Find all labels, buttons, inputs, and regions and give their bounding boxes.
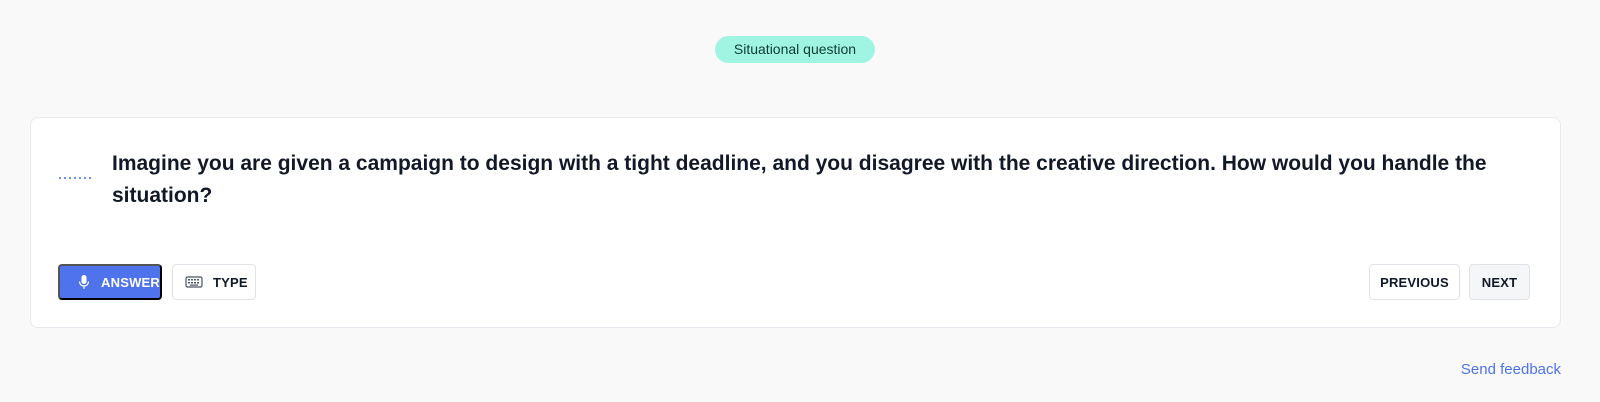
- type-button-label: TYPE: [213, 274, 248, 290]
- dot: [89, 177, 91, 179]
- dot: [74, 177, 76, 179]
- previous-button[interactable]: PREVIOUS: [1369, 264, 1460, 300]
- dot: [69, 177, 71, 179]
- answer-button-label: ANSWER: [101, 274, 160, 290]
- question-type-badge: Situational question: [715, 36, 875, 63]
- type-button[interactable]: TYPE: [172, 264, 256, 300]
- answer-button[interactable]: ANSWER: [58, 264, 162, 300]
- page: Situational question Imagine you are giv…: [0, 0, 1600, 402]
- question-text: Imagine you are given a campaign to desi…: [112, 152, 1487, 207]
- question-card: Imagine you are given a campaign to desi…: [30, 117, 1561, 328]
- microphone-icon: [76, 274, 92, 290]
- dot: [64, 177, 66, 179]
- send-feedback-link[interactable]: Send feedback: [1461, 361, 1561, 378]
- dot: [79, 177, 81, 179]
- keyboard-icon: [184, 274, 204, 290]
- dotted-line-icon: [59, 177, 91, 179]
- dot: [84, 177, 86, 179]
- dot: [59, 177, 61, 179]
- next-button[interactable]: NEXT: [1469, 264, 1530, 300]
